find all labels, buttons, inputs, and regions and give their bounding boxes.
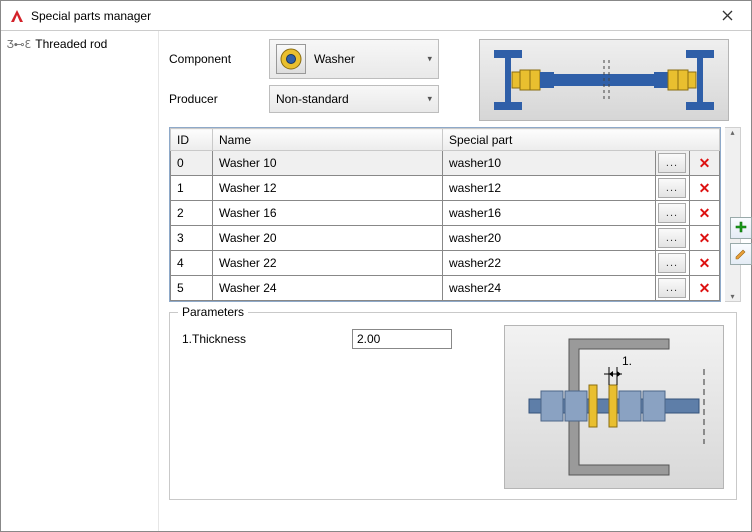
col-header-name[interactable]: Name xyxy=(213,129,443,151)
content: Component Washer ▾ Producer xyxy=(159,31,751,531)
delete-button[interactable]: ✕ xyxy=(699,155,711,171)
cell-id[interactable]: 2 xyxy=(171,201,213,226)
add-button[interactable] xyxy=(730,217,752,239)
parameter-preview: 1. xyxy=(504,325,724,489)
cell-id[interactable]: 0 xyxy=(171,151,213,176)
delete-button[interactable]: ✕ xyxy=(699,230,711,246)
component-value: Washer xyxy=(314,52,355,66)
sidebar: Ӡ⊷Ɛ Threaded rod xyxy=(1,31,159,531)
cell-id[interactable]: 1 xyxy=(171,176,213,201)
side-tools xyxy=(730,217,752,265)
parameters-legend: Parameters xyxy=(178,305,248,319)
close-button[interactable] xyxy=(707,2,747,30)
top-controls: Component Washer ▾ Producer xyxy=(169,39,745,121)
chevron-down-icon: ▾ xyxy=(427,54,432,65)
main: Ӡ⊷Ɛ Threaded rod Component Washer xyxy=(1,31,751,531)
table-row[interactable]: 1Washer 12washer12... ✕ xyxy=(171,176,720,201)
edit-button[interactable] xyxy=(730,243,752,265)
dim-label: 1. xyxy=(622,354,632,368)
delete-button[interactable]: ✕ xyxy=(699,280,711,296)
table-row[interactable]: 2Washer 16washer16... ✕ xyxy=(171,201,720,226)
cell-special[interactable]: washer16 xyxy=(443,201,656,226)
cell-name[interactable]: Washer 24 xyxy=(213,276,443,301)
component-label: Component xyxy=(169,52,259,66)
delete-button[interactable]: ✕ xyxy=(699,180,711,196)
cell-special[interactable]: washer12 xyxy=(443,176,656,201)
cell-id[interactable]: 5 xyxy=(171,276,213,301)
producer-label: Producer xyxy=(169,92,259,106)
grid-scrollbar[interactable]: ▴ ▾ xyxy=(725,127,741,302)
browse-button[interactable]: ... xyxy=(658,278,686,298)
table-row[interactable]: 0Washer 10washer10... ✕ xyxy=(171,151,720,176)
cell-name[interactable]: Washer 12 xyxy=(213,176,443,201)
chevron-down-icon: ▾ xyxy=(427,94,432,105)
component-combo[interactable]: Washer ▾ xyxy=(269,39,439,79)
col-header-id[interactable]: ID xyxy=(171,129,213,151)
grid-area: ID Name Special part 0Washer 10washer10.… xyxy=(169,127,745,302)
washer-icon xyxy=(276,44,306,74)
param-label-thickness: 1.Thickness xyxy=(182,332,342,346)
table-row[interactable]: 5Washer 24washer24... ✕ xyxy=(171,276,720,301)
threaded-rod-icon: Ӡ⊷Ɛ xyxy=(7,38,31,51)
cell-special[interactable]: washer24 xyxy=(443,276,656,301)
assembly-preview xyxy=(479,39,729,121)
app-icon xyxy=(9,8,25,24)
cell-id[interactable]: 3 xyxy=(171,226,213,251)
tree-item-threaded-rod[interactable]: Ӡ⊷Ɛ Threaded rod xyxy=(1,33,158,55)
titlebar: Special parts manager xyxy=(1,1,751,31)
browse-button[interactable]: ... xyxy=(658,153,686,173)
browse-button[interactable]: ... xyxy=(658,253,686,273)
tree-item-label: Threaded rod xyxy=(35,37,107,51)
cell-name[interactable]: Washer 10 xyxy=(213,151,443,176)
scroll-down-icon: ▾ xyxy=(730,292,734,301)
producer-combo[interactable]: Non-standard ▾ xyxy=(269,85,439,113)
cell-id[interactable]: 4 xyxy=(171,251,213,276)
cell-special[interactable]: washer20 xyxy=(443,226,656,251)
cell-special[interactable]: washer22 xyxy=(443,251,656,276)
cell-name[interactable]: Washer 16 xyxy=(213,201,443,226)
delete-button[interactable]: ✕ xyxy=(699,255,711,271)
table-row[interactable]: 3Washer 20washer20... ✕ xyxy=(171,226,720,251)
window-title: Special parts manager xyxy=(31,9,707,23)
table-row[interactable]: 4Washer 22washer22... ✕ xyxy=(171,251,720,276)
browse-button[interactable]: ... xyxy=(658,228,686,248)
param-input-thickness[interactable] xyxy=(352,329,452,349)
delete-button[interactable]: ✕ xyxy=(699,205,711,221)
col-header-special[interactable]: Special part xyxy=(443,129,720,151)
cell-special[interactable]: washer10 xyxy=(443,151,656,176)
cell-name[interactable]: Washer 20 xyxy=(213,226,443,251)
parts-table: ID Name Special part 0Washer 10washer10.… xyxy=(170,128,720,301)
producer-value: Non-standard xyxy=(276,92,349,106)
cell-name[interactable]: Washer 22 xyxy=(213,251,443,276)
browse-button[interactable]: ... xyxy=(658,178,686,198)
browse-button[interactable]: ... xyxy=(658,203,686,223)
parameters-fieldset: Parameters 1.Thickness xyxy=(169,312,737,500)
scroll-up-icon: ▴ xyxy=(730,128,734,137)
